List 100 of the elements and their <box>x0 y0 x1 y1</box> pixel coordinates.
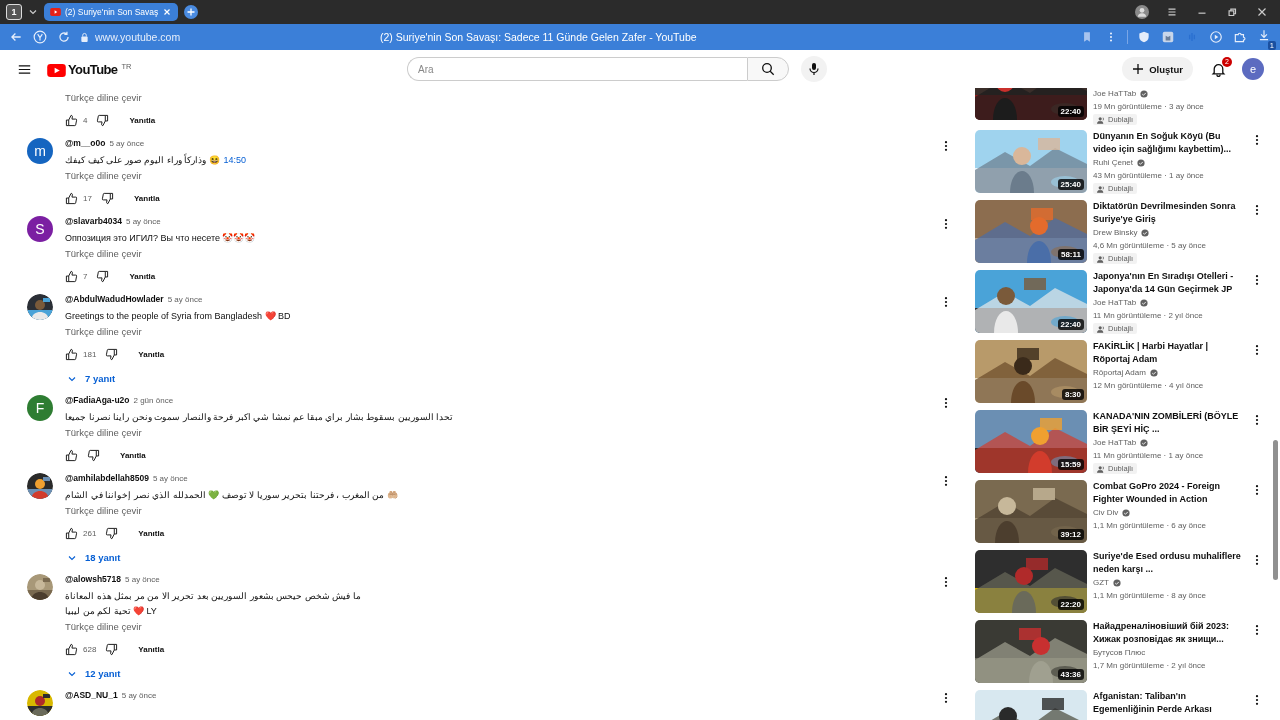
dislike-icon[interactable] <box>96 113 110 127</box>
create-button[interactable]: Oluştur <box>1122 57 1193 81</box>
dislike-icon[interactable] <box>87 448 100 462</box>
video-title[interactable]: Diktatörün Devrilmesinden Sonra Suriye'ye Giriş <box>1093 200 1243 226</box>
channel-name[interactable]: Civ Div <box>1093 506 1119 519</box>
reply-button[interactable]: Yanıtla <box>130 640 173 658</box>
tab-count[interactable]: 1 <box>6 4 22 20</box>
replies-toggle[interactable]: 12 yanıt <box>65 663 121 684</box>
search-field[interactable]: Ara <box>407 57 747 81</box>
page-title: (2) Suriye'nin Son Savaşı: Sadece 11 Günde Gelen Zafer - YouTube <box>380 31 698 43</box>
video-title[interactable]: Найадреналіновіший бій 2023: Хижак розповідає як знищи... <box>1093 620 1243 646</box>
like-count: 4 <box>83 115 88 125</box>
comment-time[interactable]: 5 ay önce <box>121 691 157 700</box>
translate-link[interactable]: Türkçe diline çevir <box>65 620 142 632</box>
comment-author[interactable]: @slavarb4034 <box>65 216 122 226</box>
menu-icon[interactable] <box>18 63 31 75</box>
comment-time[interactable]: 5 ay önce <box>125 217 161 226</box>
channel-name[interactable]: GZT <box>1093 576 1109 589</box>
channel-name[interactable]: Joe HaTTab <box>1093 88 1137 100</box>
translate-link[interactable]: Türkçe diline çevir <box>65 247 142 259</box>
comment-author[interactable]: @FadiaAga-u2o <box>65 395 130 405</box>
video-title[interactable]: KANADA'NIN ZOMBİLERİ (BÖYLE BİR ŞEYİ HİÇ ... <box>1093 410 1243 436</box>
replies-toggle[interactable]: 7 yanıt <box>65 368 116 389</box>
more-icon[interactable] <box>1255 484 1259 496</box>
more-icon[interactable] <box>1255 204 1259 216</box>
comment-author[interactable]: @ASD_NU_1 <box>65 690 118 700</box>
channel-name[interactable]: Joe HaTTab <box>1093 436 1137 449</box>
more-icon[interactable] <box>944 692 948 704</box>
user-avatar[interactable]: S <box>27 216 53 242</box>
account-avatar[interactable]: e <box>1242 58 1264 80</box>
user-avatar[interactable]: m <box>27 138 53 164</box>
notifications-icon[interactable] <box>1211 61 1226 77</box>
video-title[interactable]: Japonya'nın En Sıradışı Otelleri - Japonya'da 14 Gün Geçirmek JP <box>1093 270 1243 296</box>
more-icon[interactable] <box>1255 694 1259 706</box>
more-icon[interactable] <box>1255 414 1259 426</box>
more-icon[interactable] <box>1255 134 1259 146</box>
address-field[interactable]: www.youtube.com <box>95 31 181 43</box>
like-icon[interactable] <box>65 191 78 205</box>
more-icon[interactable] <box>1255 274 1259 286</box>
more-icon[interactable] <box>1255 624 1259 636</box>
video-title[interactable]: Combat GoPro 2024 - Foreign Fighter Wounded in Action <box>1093 480 1243 506</box>
user-avatar[interactable]: F <box>27 395 53 421</box>
dislike-icon[interactable] <box>105 642 119 656</box>
dislike-icon[interactable] <box>96 269 110 283</box>
new-tab-icon[interactable] <box>184 5 199 19</box>
translate-link[interactable]: Türkçe diline çevir <box>65 325 142 337</box>
dislike-icon[interactable] <box>100 191 114 205</box>
channel-name[interactable]: Joe HaTTab <box>1093 296 1137 309</box>
comment-author[interactable]: @alowsh5718 <box>65 574 121 584</box>
comment-time[interactable]: 2 gün önce <box>133 396 174 405</box>
translate-link[interactable]: Türkçe diline çevir <box>65 169 142 181</box>
reply-button[interactable]: Yanıtla <box>130 345 173 363</box>
like-icon[interactable] <box>65 347 78 361</box>
video-title[interactable]: Afganistan: Taliban'ın Egemenliğinin Perde Arkası <box>1093 690 1243 716</box>
comment-time[interactable]: 5 ay önce <box>125 575 160 584</box>
timestamp-link[interactable]: 14:50 <box>223 154 247 165</box>
like-icon[interactable] <box>65 113 78 127</box>
dislike-icon[interactable] <box>105 526 119 540</box>
video-title[interactable]: FAKİRLİK | Harbi Hayatlar | Röportaj Adam <box>1093 340 1243 366</box>
translate-link[interactable]: Türkçe diline çevir <box>65 504 142 516</box>
browser-tab[interactable]: (2) Suriye'nin Son Savaş <box>44 3 179 21</box>
video-title[interactable]: Suriye'de Esed ordusu muhaliflere neden karşı ... <box>1093 550 1243 576</box>
like-icon[interactable] <box>65 526 78 540</box>
reply-button[interactable]: Yanıtla <box>130 524 173 542</box>
reply-button[interactable]: Yanıtla <box>112 446 154 464</box>
more-icon[interactable] <box>944 140 948 152</box>
more-icon[interactable] <box>944 397 948 409</box>
reply-button[interactable]: Yanıtla <box>121 267 164 285</box>
like-icon[interactable] <box>65 448 78 462</box>
chevron-down-icon[interactable] <box>28 7 38 17</box>
comment-author[interactable]: @amhilabdellah8509 <box>65 473 149 483</box>
search-button[interactable] <box>747 57 789 81</box>
channel-name[interactable]: Röportaj Adam <box>1093 366 1146 379</box>
translate-link[interactable]: Türkçe diline çevir <box>65 91 142 103</box>
comment-text: وذاركاً وراء اليوم صور على كيف كيفك 😆 <box>65 154 220 165</box>
comment-time[interactable]: 5 ay önce <box>152 474 188 483</box>
more-icon[interactable] <box>944 218 948 230</box>
video-title[interactable]: Dünyanın En Soğuk Köyü (Bu video için sağlığımı kaybettim)... <box>1093 130 1243 156</box>
replies-toggle[interactable]: 18 yanıt <box>65 547 121 568</box>
comment-author[interactable]: @AbdulWadudHowlader <box>65 294 164 304</box>
channel-name[interactable]: Ruhi Çenet <box>1093 156 1134 169</box>
channel-name[interactable]: Бутусов Плюс <box>1093 646 1146 659</box>
comment-time[interactable]: 5 ay önce <box>109 139 145 148</box>
plus-icon <box>1132 63 1145 75</box>
reply-button[interactable]: Yanıtla <box>125 189 168 207</box>
more-icon[interactable] <box>1255 344 1259 356</box>
translate-link[interactable]: Türkçe diline çevir <box>65 426 142 438</box>
voice-search-button[interactable] <box>801 56 827 82</box>
more-icon[interactable] <box>944 296 948 308</box>
like-icon[interactable] <box>65 642 78 656</box>
close-icon[interactable] <box>162 7 173 17</box>
channel-name[interactable]: Drew Binsky <box>1093 226 1138 239</box>
more-icon[interactable] <box>944 576 948 588</box>
comment-author[interactable]: @m__o0o <box>65 138 106 148</box>
more-icon[interactable] <box>944 475 948 487</box>
more-icon[interactable] <box>1255 554 1259 566</box>
comment-time[interactable]: 5 ay önce <box>167 295 203 304</box>
reply-button[interactable]: Yanıtla <box>121 111 164 129</box>
like-icon[interactable] <box>65 269 78 283</box>
dislike-icon[interactable] <box>105 347 119 361</box>
